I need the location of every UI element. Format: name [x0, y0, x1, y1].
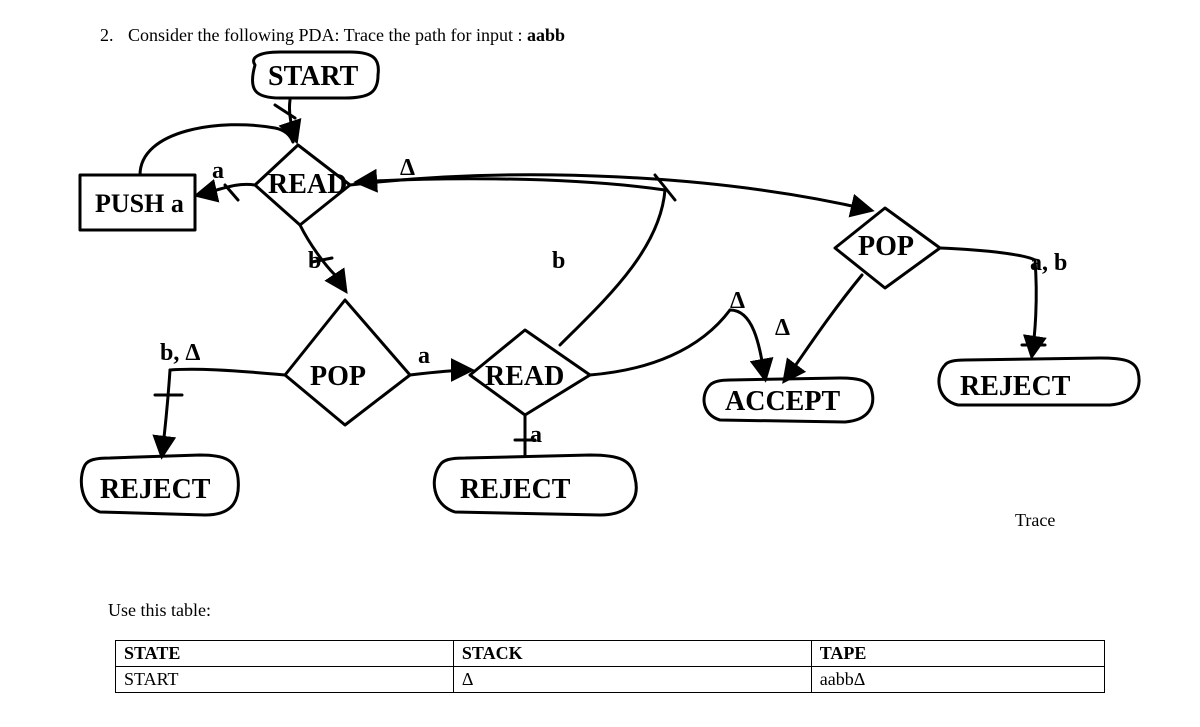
edge-start-tick	[275, 105, 295, 118]
question-prompt: Consider the following PDA: Trace the pa…	[128, 25, 527, 45]
node-reject-right	[939, 358, 1139, 405]
node-push-a	[80, 175, 195, 230]
edge-label-delta-pop2: Δ	[400, 155, 415, 181]
page: 2. Consider the following PDA: Trace the…	[0, 0, 1200, 727]
edge-read1-pop1-end	[335, 275, 345, 290]
trace-label: Trace	[1015, 510, 1055, 531]
label-start: START	[268, 61, 359, 92]
node-reject-mid	[434, 455, 636, 515]
edge-label-delta-accept: Δ	[730, 288, 745, 314]
td-state: START	[116, 667, 454, 693]
edge-pop2-reject-v	[1032, 260, 1036, 355]
label-pop1: POP	[310, 361, 366, 392]
label-read1: READ	[268, 169, 347, 200]
label-pop2: POP	[858, 231, 914, 262]
label-accept: ACCEPT	[725, 386, 840, 417]
edge-pop1-to-read2	[410, 370, 470, 375]
node-accept	[704, 378, 873, 422]
edge-read2-up-arrowmark	[655, 175, 675, 200]
td-tape: aabbΔ	[811, 667, 1104, 693]
edge-label-b-pop1: b	[308, 248, 321, 274]
node-pop2	[835, 208, 940, 288]
label-reject-left: REJECT	[100, 474, 211, 505]
question-input: aabb	[527, 25, 565, 45]
edge-read1-push-tick	[225, 185, 238, 200]
node-start	[252, 52, 378, 98]
edge-read1-to-push	[198, 184, 255, 195]
table-header-row: STATE STACK TAPE	[116, 641, 1105, 667]
edge-read2-to-read1	[358, 179, 665, 190]
edge-read2-accept-b	[730, 310, 765, 378]
edge-label-ab-reject: a, b	[1030, 250, 1067, 276]
edge-read1-pop1-tick	[312, 258, 332, 262]
question-text: Consider the following PDA: Trace the pa…	[128, 25, 565, 46]
table-row: START Δ aabbΔ	[116, 667, 1105, 693]
use-table-label: Use this table:	[108, 600, 211, 621]
edge-pop1-reject-v	[162, 370, 170, 455]
question-number: 2.	[100, 25, 114, 46]
edge-pop2-reject-h	[940, 248, 1035, 260]
edge-pop2-to-accept	[785, 275, 862, 380]
th-tape: TAPE	[811, 641, 1104, 667]
node-read2	[470, 330, 590, 415]
edge-label-pop2-delta: Δ	[775, 315, 790, 341]
edge-pop1-reject-h	[170, 369, 285, 375]
edge-read1-to-pop1	[300, 225, 335, 275]
label-read2: READ	[485, 361, 564, 392]
node-read1	[255, 145, 350, 225]
label-reject-right: REJECT	[960, 371, 1071, 402]
label-reject-mid: REJECT	[460, 474, 571, 505]
label-push-a: PUSH a	[95, 189, 184, 218]
edge-label-a-read2: a	[418, 343, 430, 369]
th-state: STATE	[116, 641, 454, 667]
trace-table: STATE STACK TAPE START Δ aabbΔ	[115, 640, 1105, 693]
edge-read1-to-pop2	[350, 175, 870, 210]
edge-label-bDelta: b, Δ	[160, 340, 200, 366]
edge-start-to-read1	[289, 100, 296, 140]
edge-read2-up	[560, 190, 665, 345]
edge-label-a-reject: a	[530, 422, 542, 448]
th-stack: STACK	[453, 641, 811, 667]
node-reject-left	[81, 455, 238, 515]
edge-read2-accept-a	[590, 310, 730, 375]
td-stack: Δ	[453, 667, 811, 693]
edge-label-a-push: a	[212, 158, 224, 184]
edge-push-to-read1	[140, 125, 293, 175]
edge-label-b-up: b	[552, 248, 565, 274]
node-pop1	[285, 300, 410, 425]
